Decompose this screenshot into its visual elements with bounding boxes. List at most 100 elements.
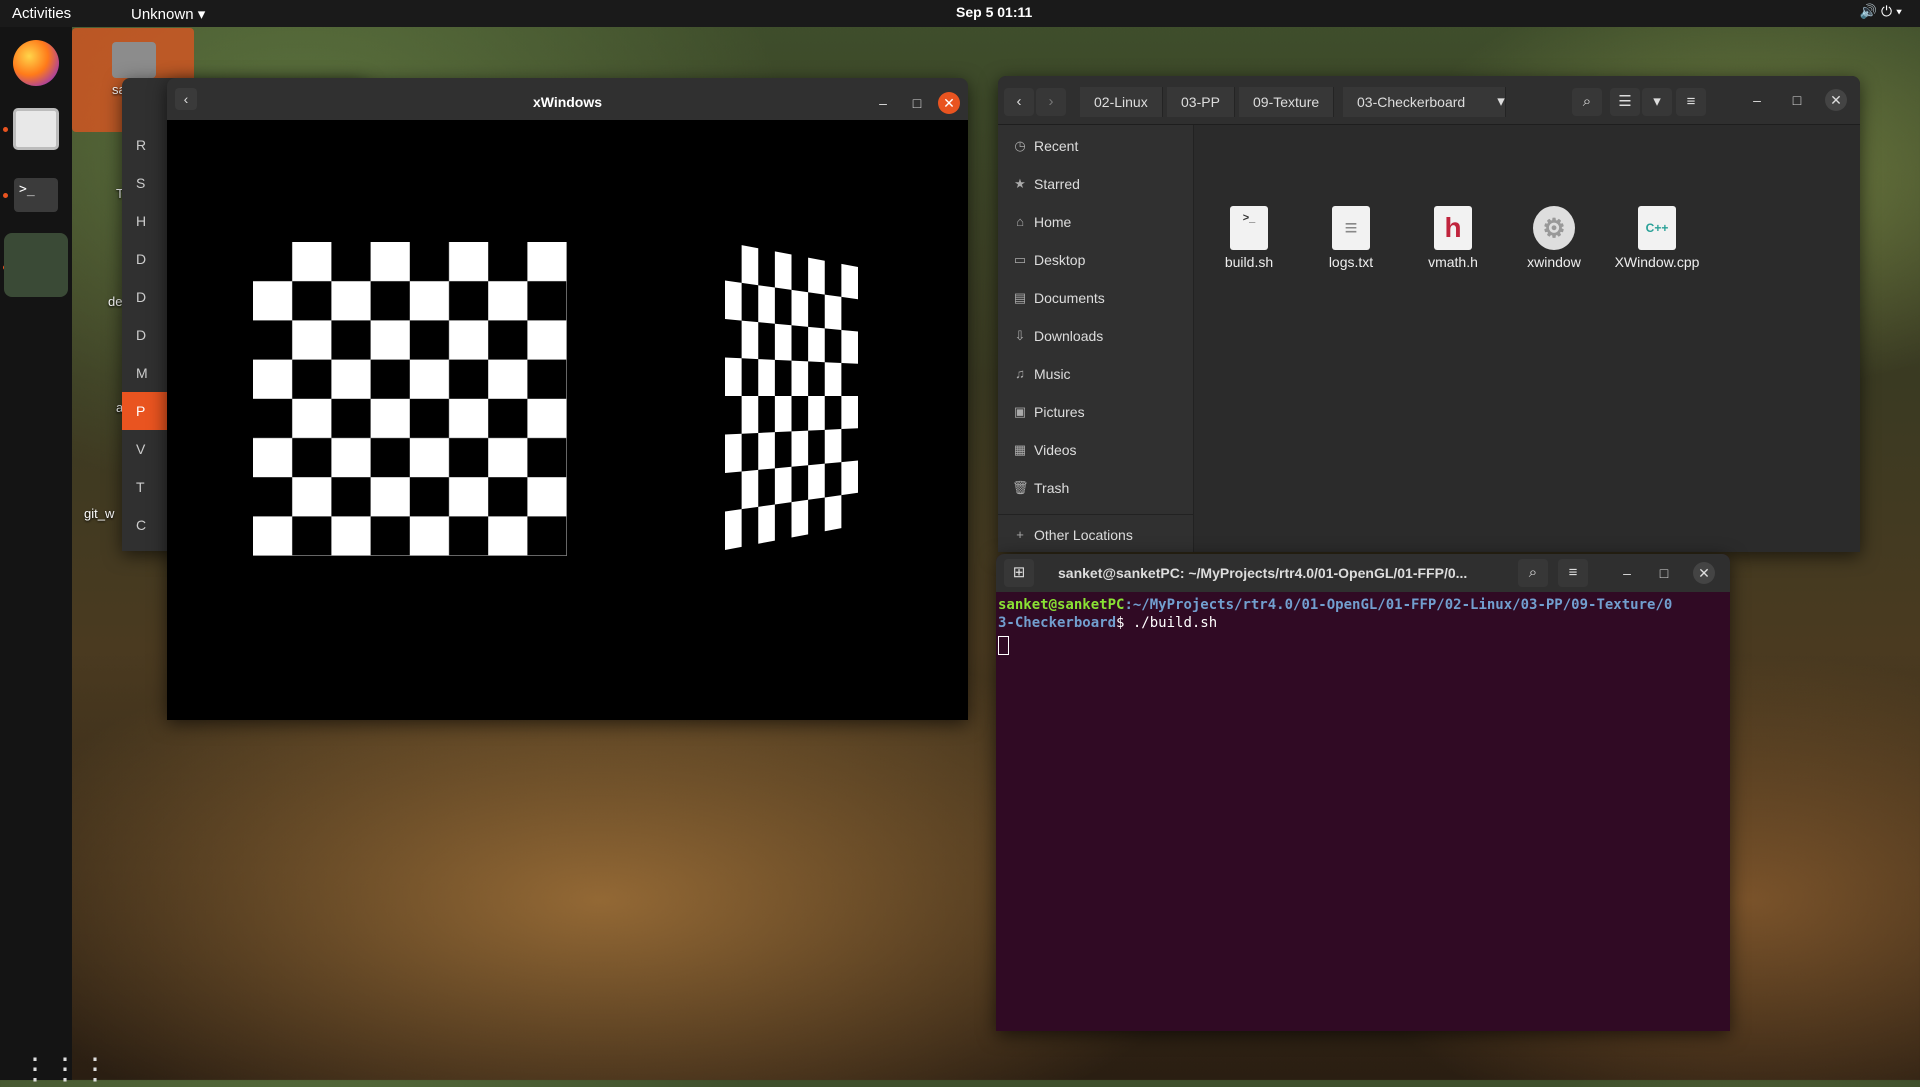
file-item[interactable]: >_ build.sh (1204, 206, 1294, 270)
sidebar-item-desktop[interactable]: ▭ Desktop (998, 241, 1193, 279)
minimize-button[interactable]: – (1746, 89, 1768, 111)
dock-files[interactable] (8, 101, 64, 157)
prompt-command: $ ./build.sh (1116, 615, 1218, 631)
file-name: vmath.h (1428, 254, 1478, 270)
prompt-path: :~/MyProjects/rtr4.0/01-OpenGL/01-FFP/02… (1124, 597, 1673, 613)
maximize-button[interactable]: □ (906, 92, 928, 114)
desktop-icon-label: git_w (84, 506, 115, 521)
cpp-file-icon: C++ (1638, 206, 1676, 250)
terminal-output[interactable]: sanket@sanketPC:~/MyProjects/rtr4.0/01-O… (998, 596, 1718, 655)
checker-cell (774, 323, 792, 361)
file-manager-window[interactable]: ‹ › 02-Linux 03-PP 09-Texture 03-Checker… (998, 76, 1860, 552)
sidebar-item-documents[interactable]: ▤ Documents (998, 279, 1193, 317)
dock-xwindow[interactable] (4, 233, 68, 297)
plus-icon: + (1016, 527, 1024, 542)
sidebar-item-downloads[interactable]: ⇩ Downloads (998, 317, 1193, 355)
checker-cell (824, 429, 842, 464)
sidebar-item-recent[interactable]: ◷ Recent (998, 127, 1193, 165)
checker-cell (741, 245, 759, 286)
volume-icon: 🔊 (1859, 3, 1882, 19)
checkerboard-render (253, 242, 858, 556)
sidebar-item-starred[interactable]: ★ Starred (998, 165, 1193, 203)
list-view-icon[interactable]: ☰ (1610, 88, 1640, 116)
new-tab-icon[interactable]: ⊞ (1004, 559, 1034, 587)
search-icon[interactable]: ⌕ (1518, 559, 1548, 587)
menu-icon[interactable]: ≡ (1676, 88, 1706, 116)
minimize-button[interactable]: – (872, 92, 894, 114)
system-tray[interactable]: 🔊⏻▾ (1860, 3, 1906, 20)
back-button[interactable]: ‹ (1004, 88, 1034, 116)
header-file-icon: h (1434, 206, 1472, 250)
prompt-line: sanket@sanketPC:~/MyProjects/rtr4.0/01-O… (998, 596, 1718, 614)
file-item[interactable]: ≡ logs.txt (1306, 206, 1396, 270)
sidebar-item-pictures[interactable]: ▣ Pictures (998, 393, 1193, 431)
checker-cell (741, 396, 759, 434)
sidebar-item-trash[interactable]: 🗑 Trash (998, 469, 1193, 507)
breadcrumb-item[interactable]: 03-PP (1167, 87, 1235, 117)
music-icon: ♫ (1015, 366, 1025, 381)
checker-cell (725, 433, 742, 473)
breadcrumb-item[interactable]: 09-Texture (1239, 87, 1335, 117)
sidebar-item-videos[interactable]: ▦ Videos (998, 431, 1193, 469)
clock[interactable]: Sep 5 01:11 (956, 4, 1032, 20)
menu-icon[interactable]: ≡ (1558, 559, 1588, 587)
download-icon: ⇩ (1014, 328, 1026, 343)
power-icon: ⏻ (1881, 3, 1897, 19)
checker-cell (791, 499, 809, 538)
forward-button[interactable]: › (1036, 88, 1066, 116)
pictures-icon: ▣ (1013, 404, 1027, 419)
sidebar-item-label: Home (1034, 214, 1072, 230)
checker-cell (774, 466, 792, 505)
prompt-path-cont: 3-Checkerboard (998, 615, 1117, 631)
terminal-icon: >_ (14, 178, 58, 212)
app-menu-label: Unknown (131, 6, 194, 23)
close-button[interactable]: ✕ (1693, 562, 1715, 584)
checker-cell (758, 285, 775, 324)
close-button[interactable]: ✕ (938, 92, 960, 114)
search-icon[interactable]: ⌕ (1572, 88, 1602, 116)
checker-cell (808, 396, 825, 431)
terminal-title: sanket@sanketPC: ~/MyProjects/rtr4.0/01-… (1058, 565, 1468, 581)
sidebar-item-label: Trash (1034, 480, 1070, 496)
maximize-button[interactable]: □ (1653, 562, 1675, 584)
terminal-header: ⊞ sanket@sanketPC: ~/MyProjects/rtr4.0/0… (996, 554, 1730, 592)
sidebar-item-home[interactable]: ⌂ Home (998, 203, 1193, 241)
breadcrumb-item[interactable]: 03-Checkerboard (1343, 87, 1507, 117)
shell-script-icon: >_ (1230, 206, 1268, 250)
app-menu[interactable]: Unknown ▾ (131, 5, 205, 23)
file-name: XWindow.cpp (1614, 254, 1700, 270)
activities-button[interactable]: Activities (12, 5, 71, 22)
videos-icon: ▦ (1013, 442, 1027, 457)
checker-cell (725, 280, 742, 321)
minimize-button[interactable]: – (1616, 562, 1638, 584)
home-icon: ⌂ (1016, 214, 1024, 229)
text-cursor (998, 636, 1009, 655)
breadcrumb-item[interactable]: 02-Linux (1080, 87, 1163, 117)
checker-cell (824, 495, 842, 532)
checker-cell (741, 320, 759, 360)
checker-cell (841, 460, 858, 496)
checker-cell (758, 432, 775, 470)
file-item[interactable]: ⚙ xwindow (1509, 206, 1599, 270)
sidebar-item-label: Documents (1034, 290, 1105, 306)
files-icon (13, 108, 59, 150)
dock-terminal[interactable]: >_ (8, 167, 64, 223)
text-file-icon: ≡ (1332, 206, 1370, 250)
sidebar-item-music[interactable]: ♫ Music (998, 355, 1193, 393)
view-options-icon[interactable]: ▾ (1642, 88, 1672, 116)
dock-firefox[interactable] (8, 35, 64, 91)
chevron-down-icon[interactable]: ▾ (1486, 88, 1516, 116)
file-name: xwindow (1527, 254, 1581, 270)
sidebar-item-other-locations[interactable]: + Other Locations (998, 516, 1193, 552)
close-button[interactable]: ✕ (1825, 89, 1847, 111)
flat-checkerboard (253, 242, 567, 556)
file-manager-header: ‹ › 02-Linux 03-PP 09-Texture 03-Checker… (998, 76, 1860, 125)
show-apps-grid-icon[interactable]: ⋮⋮⋮ (20, 1055, 110, 1087)
file-item[interactable]: h vmath.h (1408, 206, 1498, 270)
maximize-button[interactable]: □ (1786, 89, 1808, 111)
file-item[interactable]: C++ XWindow.cpp (1611, 206, 1703, 270)
checker-cell (725, 357, 742, 396)
terminal-window[interactable]: ⊞ sanket@sanketPC: ~/MyProjects/rtr4.0/0… (996, 554, 1730, 1031)
xwindows-window[interactable]: ‹ xWindows – □ ✕ (167, 78, 968, 720)
file-name: build.sh (1224, 254, 1274, 270)
